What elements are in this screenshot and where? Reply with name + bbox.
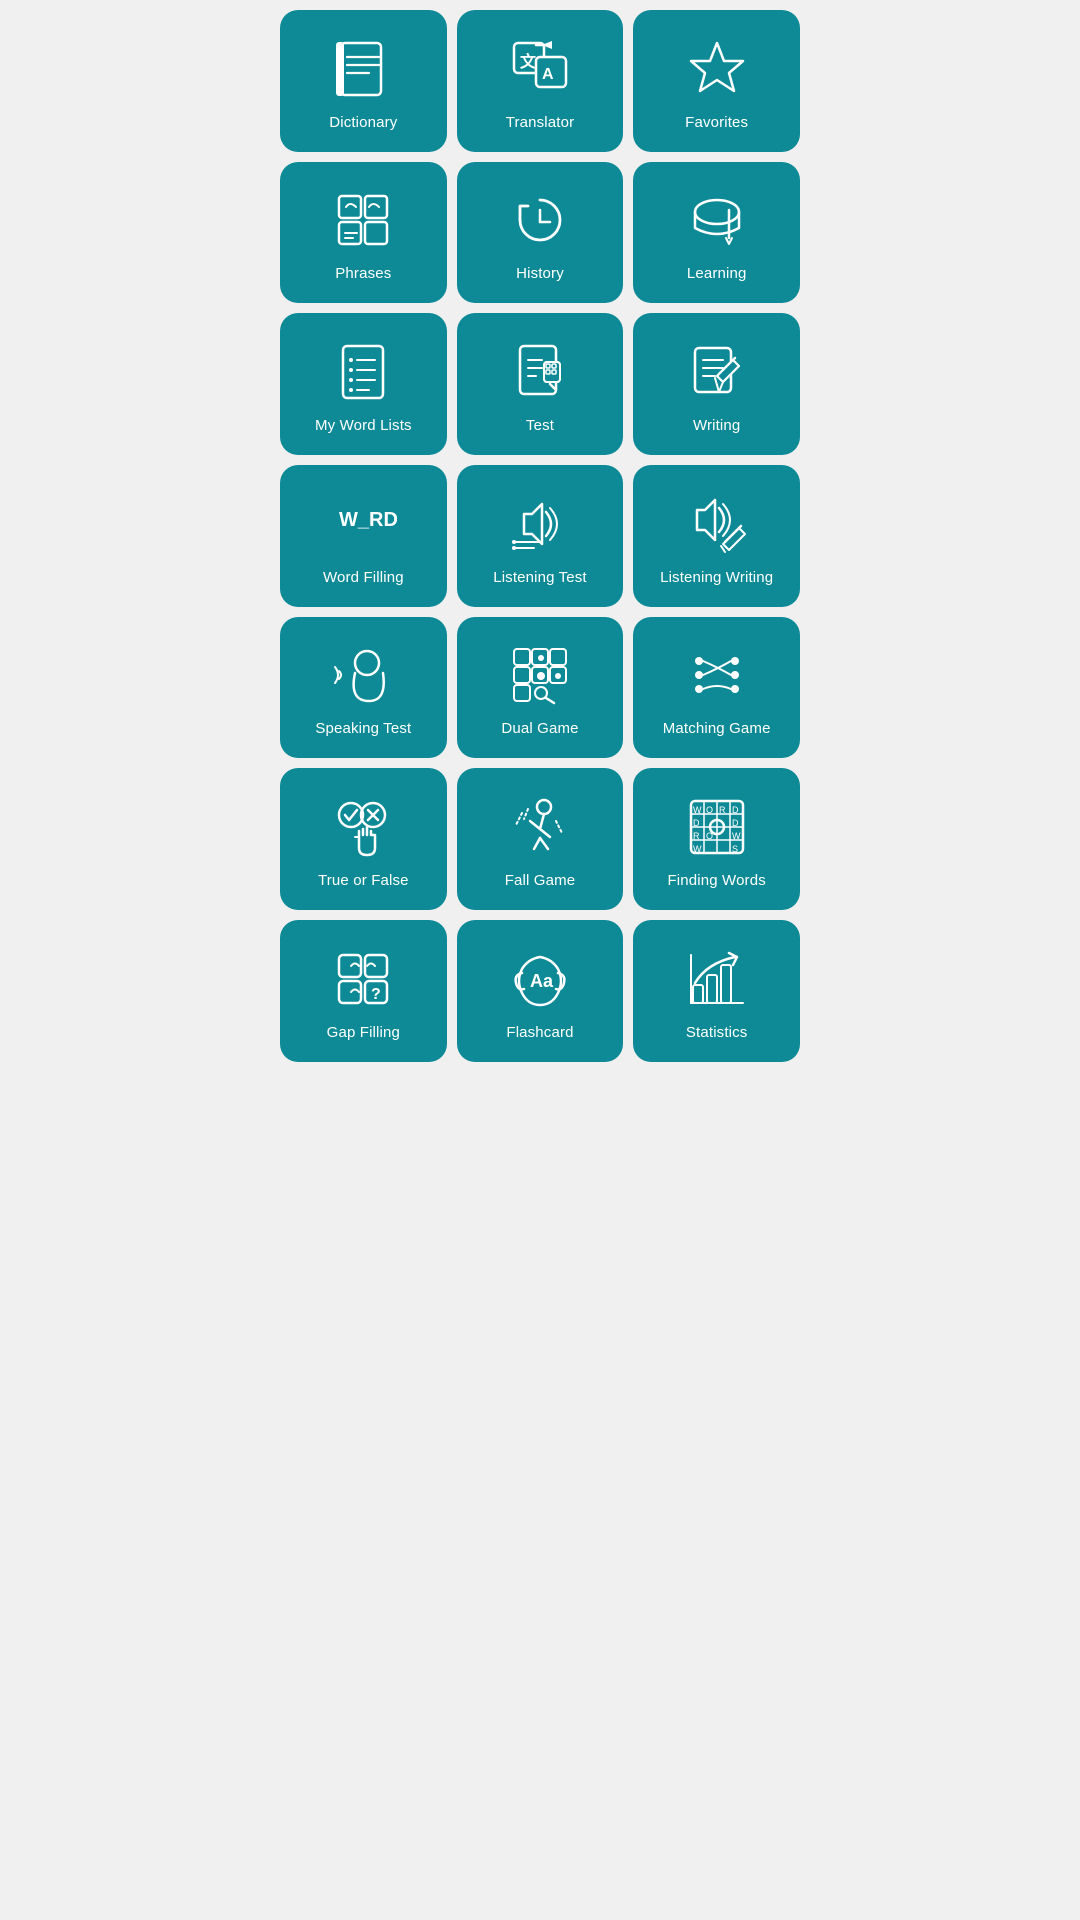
writing-label: Writing — [693, 417, 740, 435]
statistics-label: Statistics — [686, 1024, 748, 1042]
statistics-icon — [682, 944, 752, 1014]
listening-writing-label: Listening Writing — [660, 569, 773, 587]
speaking-test-icon — [328, 640, 398, 710]
true-or-false-icon — [328, 792, 398, 862]
finding-words-label: Finding Words — [667, 872, 765, 890]
svg-text:W_RD: W_RD — [339, 509, 397, 531]
tile-history[interactable]: History — [457, 162, 624, 304]
svg-text:R: R — [719, 805, 726, 815]
dictionary-label: Dictionary — [329, 114, 397, 132]
tile-favorites[interactable]: Favorites — [633, 10, 800, 152]
fall-game-label: Fall Game — [505, 872, 576, 890]
tile-word-filling[interactable]: W_RD Word Filling — [280, 465, 447, 607]
flashcard-icon: Aa — [505, 944, 575, 1014]
tile-flashcard[interactable]: Aa Flashcard — [457, 920, 624, 1062]
tile-speaking-test[interactable]: Speaking Test — [280, 617, 447, 759]
svg-text:?: ? — [371, 986, 381, 1003]
svg-text:D: D — [693, 818, 700, 828]
tile-statistics[interactable]: Statistics — [633, 920, 800, 1062]
tile-test[interactable]: Test — [457, 313, 624, 455]
svg-text:W: W — [693, 844, 702, 854]
tile-true-or-false[interactable]: True or False — [280, 768, 447, 910]
test-label: Test — [526, 417, 554, 435]
svg-text:W: W — [693, 805, 702, 815]
phrases-icon — [328, 185, 398, 255]
gap-filling-icon: ? — [328, 944, 398, 1014]
speaking-test-label: Speaking Test — [315, 720, 411, 738]
word-filling-icon: W_RD — [328, 489, 398, 559]
favorites-icon — [682, 34, 752, 104]
phrases-label: Phrases — [335, 265, 391, 283]
translator-icon: 文 A — [505, 34, 575, 104]
tile-dictionary[interactable]: Dictionary — [280, 10, 447, 152]
finding-words-icon: W O R D D D R O W W S — [682, 792, 752, 862]
svg-text:R: R — [693, 831, 700, 841]
tile-my-word-lists[interactable]: My Word Lists — [280, 313, 447, 455]
test-icon — [505, 337, 575, 407]
tile-learning[interactable]: Learning — [633, 162, 800, 304]
tile-fall-game[interactable]: Fall Game — [457, 768, 624, 910]
tile-matching-game[interactable]: Matching Game — [633, 617, 800, 759]
dual-game-label: Dual Game — [501, 720, 578, 738]
svg-text:W: W — [732, 831, 741, 841]
listening-writing-icon — [682, 489, 752, 559]
listening-test-icon — [505, 489, 575, 559]
matching-game-label: Matching Game — [663, 720, 771, 738]
my-word-lists-icon — [328, 337, 398, 407]
svg-text:A: A — [542, 66, 554, 83]
word-filling-label: Word Filling — [323, 569, 404, 587]
tile-dual-game[interactable]: Dual Game — [457, 617, 624, 759]
flashcard-label: Flashcard — [506, 1024, 573, 1042]
learning-label: Learning — [687, 265, 747, 283]
fall-game-icon — [505, 792, 575, 862]
history-label: History — [516, 265, 564, 283]
tile-listening-test[interactable]: Listening Test — [457, 465, 624, 607]
tile-writing[interactable]: Writing — [633, 313, 800, 455]
true-or-false-label: True or False — [318, 872, 409, 890]
svg-text:D: D — [732, 818, 739, 828]
tile-finding-words[interactable]: W O R D D D R O W W S Finding Words — [633, 768, 800, 910]
matching-game-icon — [682, 640, 752, 710]
tile-gap-filling[interactable]: ? Gap Filling — [280, 920, 447, 1062]
svg-text:O: O — [706, 805, 713, 815]
translator-label: Translator — [506, 114, 574, 132]
svg-text:D: D — [732, 805, 739, 815]
dictionary-icon — [328, 34, 398, 104]
listening-test-label: Listening Test — [493, 569, 587, 587]
dual-game-icon — [505, 640, 575, 710]
gap-filling-label: Gap Filling — [327, 1024, 400, 1042]
tile-translator[interactable]: 文 A Translator — [457, 10, 624, 152]
tile-phrases[interactable]: Phrases — [280, 162, 447, 304]
svg-text:S: S — [732, 844, 738, 854]
writing-icon — [682, 337, 752, 407]
history-icon — [505, 185, 575, 255]
svg-text:文: 文 — [520, 52, 537, 71]
my-word-lists-label: My Word Lists — [315, 417, 412, 435]
favorites-label: Favorites — [685, 114, 748, 132]
svg-text:Aa: Aa — [530, 971, 554, 991]
tile-listening-writing[interactable]: Listening Writing — [633, 465, 800, 607]
svg-text:O: O — [706, 831, 713, 841]
app-grid: Dictionary 文 A Translator Favorites — [270, 0, 810, 1072]
learning-icon — [682, 185, 752, 255]
